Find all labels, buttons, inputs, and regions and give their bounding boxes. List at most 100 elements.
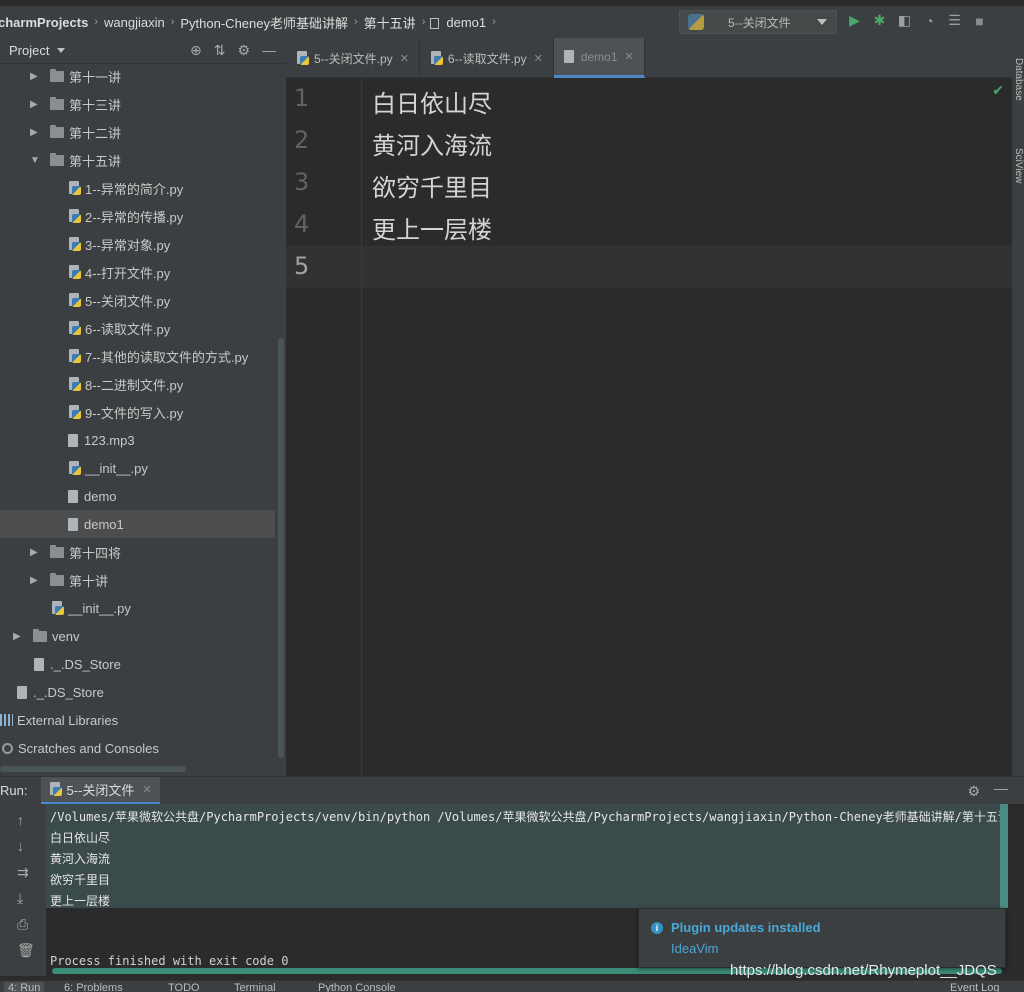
tree-item-file[interactable]: 123.mp3 <box>0 426 275 454</box>
status-tool-python-console[interactable]: Python Console <box>318 982 396 992</box>
arrow-down-icon[interactable]: ↓ <box>17 838 24 854</box>
file-icon <box>430 17 440 29</box>
chevron-right-icon: › <box>170 16 175 28</box>
run-configuration-label: 5--关闭文件 <box>728 15 791 30</box>
arrow-up-icon[interactable]: ↑ <box>17 812 24 828</box>
python-file-icon <box>49 782 63 796</box>
editor-tab[interactable]: 6--读取文件.py ✕ <box>420 38 554 78</box>
stop-icon[interactable]: ■ <box>971 12 988 29</box>
line-number: 5 <box>294 252 310 280</box>
tree-item-file[interactable]: 3--异常对象.py <box>0 230 275 258</box>
coverage-icon[interactable]: ◧ <box>896 12 913 29</box>
chevron-right-icon[interactable]: ▶ <box>13 631 25 642</box>
tree-item-folder[interactable]: ▶ 第十一讲 <box>0 62 275 90</box>
console-output[interactable]: /Volumes/苹果微软公共盘/PycharmProjects/venv/bi… <box>46 804 1002 908</box>
tree-item-label: 4--打开文件.py <box>85 265 171 281</box>
tree-item-folder[interactable]: ▶ 第十三讲 <box>0 90 275 118</box>
status-tool-terminal[interactable]: Terminal <box>234 982 276 992</box>
chevron-right-icon[interactable]: ▶ <box>30 575 42 586</box>
debug-icon[interactable]: ✱ <box>871 12 888 29</box>
build-icon[interactable]: ☰ <box>946 12 963 29</box>
scroll-to-end-icon[interactable]: ⤓ <box>17 890 23 907</box>
project-pane-title[interactable]: Project <box>9 43 49 58</box>
title-strip <box>0 0 1024 6</box>
chevron-down-icon[interactable] <box>57 48 66 53</box>
editor-tab-active[interactable]: demo1 ✕ <box>553 38 645 78</box>
breadcrumb-item[interactable]: demo1 <box>442 15 490 30</box>
editor-line[interactable]: 更上一层楼 <box>372 210 492 245</box>
editor-line[interactable]: 欲穷千里目 <box>372 168 492 203</box>
tree-item-label: Scratches and Consoles <box>18 740 159 756</box>
status-tool-problems[interactable]: 6: Problems <box>64 982 123 992</box>
run-tab[interactable]: 5--关闭文件 ✕ <box>41 776 160 805</box>
close-icon[interactable]: ✕ <box>625 50 634 63</box>
database-tool-button[interactable]: Database <box>1013 58 1024 101</box>
tree-item-folder[interactable]: ▼ 第十五讲 <box>0 146 275 174</box>
tree-item-file[interactable]: 5--关闭文件.py <box>0 286 275 314</box>
project-horizontal-scrollbar[interactable] <box>0 766 186 772</box>
breadcrumb: charmProjects › wangjiaxin › Python-Chen… <box>0 12 498 32</box>
close-icon[interactable]: ✕ <box>142 783 151 796</box>
chevron-right-icon: › <box>492 16 496 28</box>
breadcrumb-item[interactable]: 第十五讲 <box>360 13 420 32</box>
breadcrumb-item[interactable]: wangjiaxin <box>100 15 169 30</box>
tree-item-file[interactable]: __init__.py <box>0 454 275 482</box>
tree-item-file[interactable]: 1--异常的简介.py <box>0 174 275 202</box>
tree-item-folder[interactable]: ▶ 第十二讲 <box>0 118 275 146</box>
minimize-icon[interactable]: — <box>994 780 1008 796</box>
tree-item-file[interactable]: ._.DS_Store <box>0 678 275 706</box>
file-icon <box>17 685 27 699</box>
tree-item-file[interactable]: 8--二进制文件.py <box>0 370 275 398</box>
status-tool-todo[interactable]: TODO <box>168 982 200 992</box>
tree-item-folder[interactable]: ▶ 第十讲 <box>0 566 275 594</box>
locate-icon[interactable]: ⊕ <box>190 42 202 59</box>
status-tool-run[interactable]: 4: Run <box>4 982 45 992</box>
tree-item-file[interactable]: demo <box>0 482 275 510</box>
file-icon <box>68 489 78 503</box>
console-scrollbar[interactable] <box>1000 804 1008 908</box>
tree-item-file-selected[interactable]: demo1 <box>0 510 275 538</box>
notification-link[interactable]: IdeaVim <box>671 941 718 956</box>
breadcrumb-item[interactable]: charmProjects <box>0 15 92 30</box>
status-tool-event-log[interactable]: Event Log <box>950 982 1000 992</box>
minimize-icon[interactable]: — <box>262 42 276 59</box>
collapse-all-icon[interactable]: ⇅ <box>214 42 226 59</box>
run-configuration-select[interactable]: 5--关闭文件 <box>679 10 837 34</box>
tree-item-label: 第十四将 <box>69 545 122 561</box>
editor-tab-label: 6--读取文件.py <box>447 51 527 66</box>
soft-wrap-icon[interactable]: ⇉ <box>17 864 29 881</box>
chevron-right-icon[interactable]: ▶ <box>30 99 42 110</box>
editor-line[interactable]: 黄河入海流 <box>372 126 492 161</box>
sciview-tool-button[interactable]: SciView <box>1013 148 1024 183</box>
close-icon[interactable]: ✕ <box>534 52 543 65</box>
project-pane: Project ⊕ ⇅ ⚙ — ▶ 第十一讲 ▶ 第十三讲 ▶ 第十二讲 ▼ 第十五讲 … <box>0 38 286 776</box>
tree-item-file[interactable]: 9--文件的写入.py <box>0 398 275 426</box>
gear-icon[interactable]: ⚙ <box>237 42 250 59</box>
tree-item-file[interactable]: ._.DS_Store <box>0 650 275 678</box>
chevron-right-icon[interactable]: ▶ <box>30 127 42 138</box>
project-vertical-scrollbar[interactable] <box>278 338 284 758</box>
gear-icon[interactable]: ⚙ <box>967 783 980 800</box>
tree-item-scratches[interactable]: Scratches and Consoles <box>0 734 275 762</box>
python-file-icon <box>296 51 309 65</box>
tree-item-external-libraries[interactable]: External Libraries <box>0 706 275 734</box>
tree-item-file[interactable]: 2--异常的传播.py <box>0 202 275 230</box>
tree-item-file[interactable]: 6--读取文件.py <box>0 314 275 342</box>
chevron-right-icon[interactable]: ▶ <box>30 71 42 82</box>
tree-item-folder[interactable]: ▶ venv <box>0 622 275 650</box>
tree-item-folder[interactable]: ▶ 第十四将 <box>0 538 275 566</box>
chevron-right-icon[interactable]: ▶ <box>30 547 42 558</box>
profile-icon[interactable]: ◔ <box>921 12 938 29</box>
tree-item-label: 5--关闭文件.py <box>85 293 171 309</box>
tree-item-file[interactable]: 7--其他的读取文件的方式.py <box>0 342 275 370</box>
chevron-down-icon[interactable]: ▼ <box>30 155 42 166</box>
tree-item-file[interactable]: 4--打开文件.py <box>0 258 275 286</box>
editor-line[interactable]: 白日依山尽 <box>372 84 492 119</box>
breadcrumb-item[interactable]: Python-Cheney老师基础讲解 <box>176 13 352 32</box>
run-icon[interactable]: ▶ <box>846 12 863 29</box>
editor-tab[interactable]: 5--关闭文件.py ✕ <box>286 38 420 78</box>
trash-icon[interactable]: 🗑 <box>17 942 35 959</box>
close-icon[interactable]: ✕ <box>400 52 409 65</box>
tree-item-file[interactable]: __init__.py <box>0 594 275 622</box>
print-icon[interactable]: ⎙ <box>17 916 28 933</box>
